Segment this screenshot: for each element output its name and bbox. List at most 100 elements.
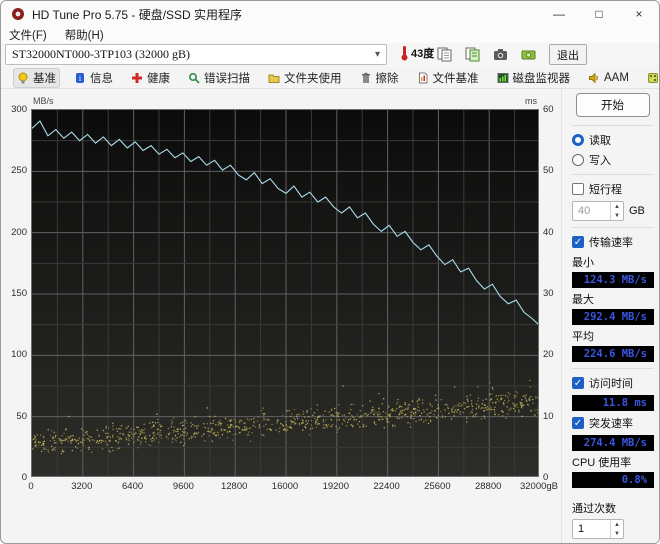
minimize-button[interactable]: — [539,1,579,27]
short-stroke-size-stepper[interactable]: 40 ▲▼ [572,201,624,221]
left-axis-tick: 200 [7,227,27,238]
benchmark-chart: 3002502001501005006050403020100032006400… [7,89,563,501]
cpu-usage-value: 0.8% [572,472,654,488]
window-controls: — □ × [539,1,659,27]
benchmark-plot [31,109,539,477]
write-option[interactable]: 写入 [572,152,653,168]
temperature-value: 43度 [411,45,434,61]
left-axis-unit: MB/s [33,96,54,106]
access-time-value: 11.8 ms [572,395,654,411]
left-axis-tick: 300 [7,104,27,115]
right-axis-tick: 60 [543,104,554,115]
aam-icon [588,72,600,84]
thermometer-icon [401,45,408,61]
transfer-rate-checkbox[interactable]: ✓ [572,236,584,248]
access-time-option[interactable]: ✓ 访问时间 [572,375,653,391]
chevron-down-icon: ▾ [375,49,380,60]
stepper-up-icon[interactable]: ▲ [611,520,623,529]
burst-rate-label: 突发速率 [589,415,633,431]
drive-select-value: ST32000NT000-3TP103 (32000 gB) [12,47,190,62]
right-axis-tick: 10 [543,411,554,422]
left-axis-tick: 250 [7,165,27,176]
tab-error-scan[interactable]: 错误扫描 [184,68,254,88]
error-scan-icon [188,72,200,84]
tab-folder-usage[interactable]: 文件夹使用 [264,68,346,88]
toolbar-icons [434,44,567,65]
tab-label: 文件基准 [433,70,479,86]
x-axis-tick: 16000 [272,481,298,492]
maximize-button[interactable]: □ [579,1,619,27]
menu-help[interactable]: 帮助(H) [65,27,104,43]
left-axis-tick: 0 [7,472,27,483]
burst-rate-checkbox[interactable]: ✓ [572,417,584,429]
tab-file-benchmark[interactable]: 文件基准 [413,68,483,88]
pass-count-stepper[interactable]: 1 ▲▼ [572,519,624,539]
right-axis-tick: 50 [543,165,554,176]
right-axis-tick: 40 [543,227,554,238]
tab-benchmark[interactable]: 基准 [13,68,60,88]
start-button[interactable]: 开始 [576,93,650,117]
tab-label: 基准 [33,70,56,86]
right-axis-unit: ms [525,96,537,106]
short-stroke-label: 短行程 [589,181,622,197]
x-axis-tick: 3200 [71,481,92,492]
save-results-icon[interactable] [518,44,539,65]
tab-label: AAM [604,72,629,84]
screenshot-icon[interactable] [490,44,511,65]
tab-disk-monitor[interactable]: 磁盘监视器 [493,68,575,88]
folder-usage-icon [268,72,280,84]
health-icon [131,72,143,84]
stepper-up-icon[interactable]: ▲ [611,202,623,211]
short-stroke-checkbox[interactable] [572,183,584,195]
temperature-indicator: 43度 [401,45,434,61]
left-axis-tick: 50 [7,411,27,422]
menu-file[interactable]: 文件(F) [9,27,47,43]
hd-tune-window: HD Tune Pro 5.75 - 硬盘/SSD 实用程序 — □ × 文件(… [0,0,660,544]
tab-info[interactable]: i 信息 [70,68,117,88]
transfer-rate-option[interactable]: ✓ 传输速率 [572,234,653,250]
short-stroke-option[interactable]: 短行程 [572,181,653,197]
read-radio[interactable] [572,134,584,146]
x-axis-tick: 32000gB [520,481,558,492]
menu-bar: 文件(F) 帮助(H) [1,27,659,43]
drive-select[interactable]: ST32000NT000-3TP103 (32000 gB) ▾ [5,44,387,65]
min-label: 最小 [572,254,653,270]
tab-label: 信息 [90,70,113,86]
stepper-down-icon[interactable]: ▼ [611,529,623,538]
x-axis-tick: 19200 [323,481,349,492]
burst-rate-value: 274.4 MB/s [572,435,654,451]
max-label: 最大 [572,291,653,307]
write-label: 写入 [589,152,611,168]
tab-aam[interactable]: AAM [584,70,633,86]
x-axis-tick: 0 [28,481,33,492]
title-bar: HD Tune Pro 5.75 - 硬盘/SSD 实用程序 — □ × [1,1,659,27]
burst-rate-option[interactable]: ✓ 突发速率 [572,415,653,431]
left-axis-tick: 150 [7,288,27,299]
tab-label: 错误扫描 [204,70,250,86]
x-axis-tick: 25600 [424,481,450,492]
toolbar: ST32000NT000-3TP103 (32000 gB) ▾ 43度 [1,43,659,67]
copy-report-icon[interactable] [434,44,455,65]
tab-random-access[interactable]: 随机访问 [643,68,660,88]
copy-text-icon[interactable] [462,44,483,65]
close-button[interactable]: × [619,1,659,27]
app-icon [11,7,25,21]
tab-health[interactable]: 健康 [127,68,174,88]
tab-label: 磁盘监视器 [513,70,571,86]
short-stroke-size-value: 40 [573,202,610,220]
transfer-rate-label: 传输速率 [589,234,633,250]
exit-button[interactable]: 退出 [549,44,587,65]
disk-monitor-icon [497,72,509,84]
random-access-icon [647,72,659,84]
write-radio[interactable] [572,154,584,166]
access-time-checkbox[interactable]: ✓ [572,377,584,389]
tab-label: 健康 [147,70,170,86]
tab-erase[interactable]: 擦除 [356,68,403,88]
right-axis-tick: 20 [543,349,554,360]
read-option[interactable]: 读取 [572,132,653,148]
avg-value: 224.6 MB/s [572,346,654,362]
pass-count-value: 1 [573,520,610,538]
info-icon: i [74,72,86,84]
access-time-label: 访问时间 [589,375,633,391]
stepper-down-icon[interactable]: ▼ [611,211,623,220]
